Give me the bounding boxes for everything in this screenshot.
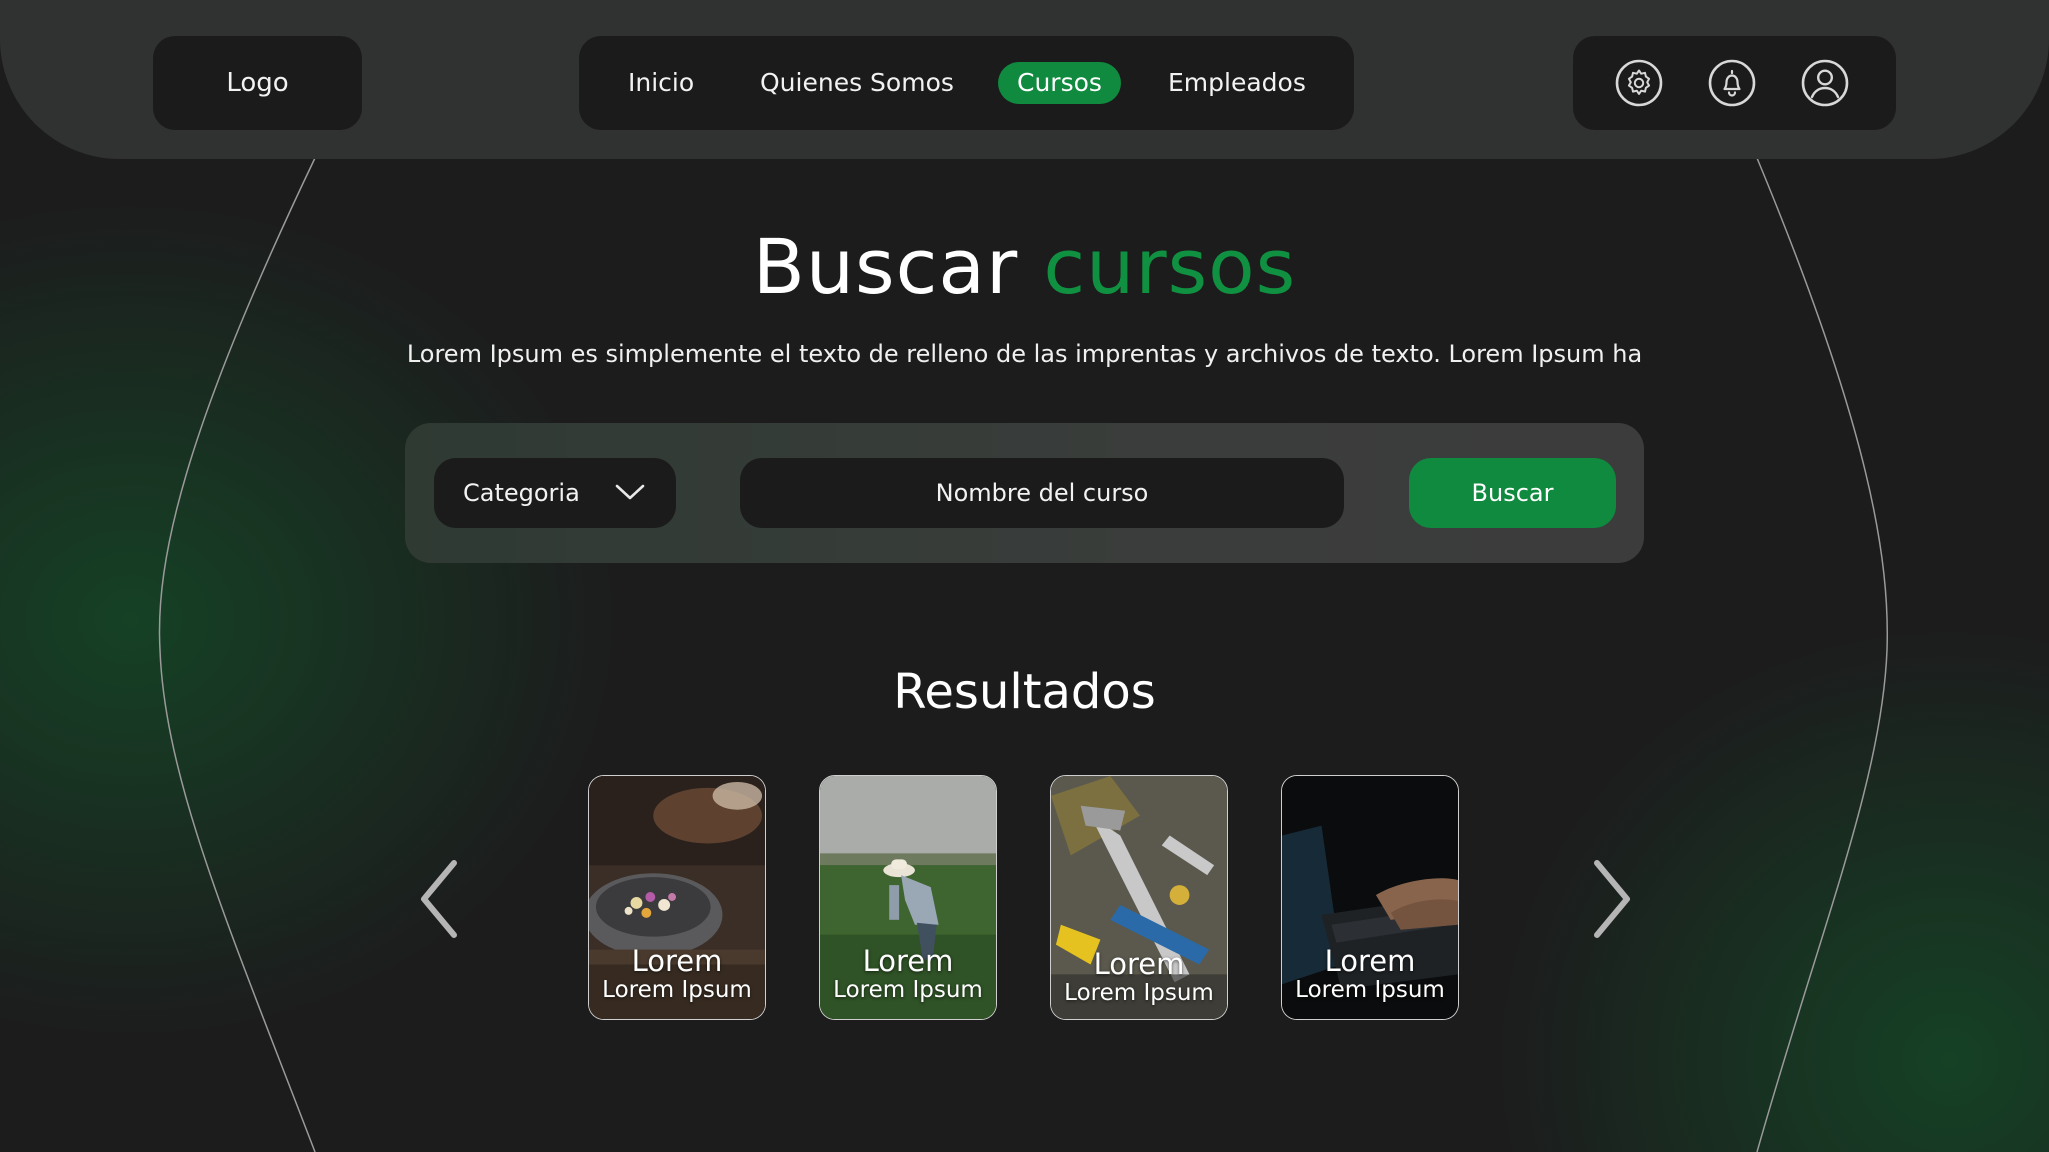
main-nav: Inicio Quienes Somos Cursos Empleados bbox=[579, 36, 1354, 130]
top-navigation-bar: Logo Inicio Quienes Somos Cursos Emplead… bbox=[0, 0, 2049, 159]
carousel-prev-arrow[interactable] bbox=[414, 857, 462, 941]
chevron-left-icon bbox=[421, 860, 457, 938]
page-title-main: Buscar bbox=[752, 222, 1019, 311]
course-card-title: Lorem bbox=[862, 944, 954, 978]
logo[interactable]: Logo bbox=[153, 36, 362, 130]
results-title: Resultados bbox=[893, 664, 1156, 720]
search-panel: Categoria Buscar bbox=[405, 423, 1644, 563]
nav-item-inicio[interactable]: Inicio bbox=[609, 62, 713, 104]
category-dropdown-label: Categoria bbox=[463, 479, 580, 507]
course-card-title: Lorem bbox=[1324, 944, 1416, 978]
course-card[interactable]: Lorem Lorem Ipsum bbox=[1050, 775, 1228, 1020]
page-title: Buscar cursos bbox=[0, 222, 2049, 312]
course-card-subtitle: Lorem Ipsum bbox=[1064, 980, 1214, 1006]
nav-item-quienes-somos[interactable]: Quienes Somos bbox=[741, 62, 973, 104]
page-subtitle: Lorem Ipsum es simplemente el texto de r… bbox=[406, 340, 1643, 368]
user-icon[interactable] bbox=[1801, 59, 1849, 107]
header-actions bbox=[1573, 36, 1896, 130]
course-card-title: Lorem bbox=[1093, 947, 1185, 981]
logo-text: Logo bbox=[226, 68, 289, 98]
carousel-next-arrow[interactable] bbox=[1589, 857, 1637, 941]
course-card-subtitle: Lorem Ipsum bbox=[833, 977, 983, 1003]
course-card[interactable]: Lorem Lorem Ipsum bbox=[1281, 775, 1459, 1020]
gear-icon[interactable] bbox=[1615, 59, 1663, 107]
course-card-subtitle: Lorem Ipsum bbox=[602, 977, 752, 1003]
category-dropdown[interactable]: Categoria bbox=[434, 458, 676, 528]
nav-item-cursos[interactable]: Cursos bbox=[998, 62, 1121, 104]
course-card[interactable]: Lorem Lorem Ipsum bbox=[588, 775, 766, 1020]
course-card-subtitle: Lorem Ipsum bbox=[1295, 977, 1445, 1003]
course-name-input[interactable] bbox=[740, 458, 1344, 528]
nav-item-empleados[interactable]: Empleados bbox=[1149, 62, 1325, 104]
search-button[interactable]: Buscar bbox=[1409, 458, 1616, 528]
page-title-accent: cursos bbox=[1043, 222, 1297, 311]
course-card[interactable]: Lorem Lorem Ipsum bbox=[819, 775, 997, 1020]
chevron-down-icon bbox=[615, 484, 645, 500]
chevron-right-icon bbox=[1594, 860, 1630, 938]
background-wave-lines bbox=[158, 157, 1889, 1152]
course-card-title: Lorem bbox=[631, 944, 723, 978]
bell-icon[interactable] bbox=[1708, 59, 1756, 107]
